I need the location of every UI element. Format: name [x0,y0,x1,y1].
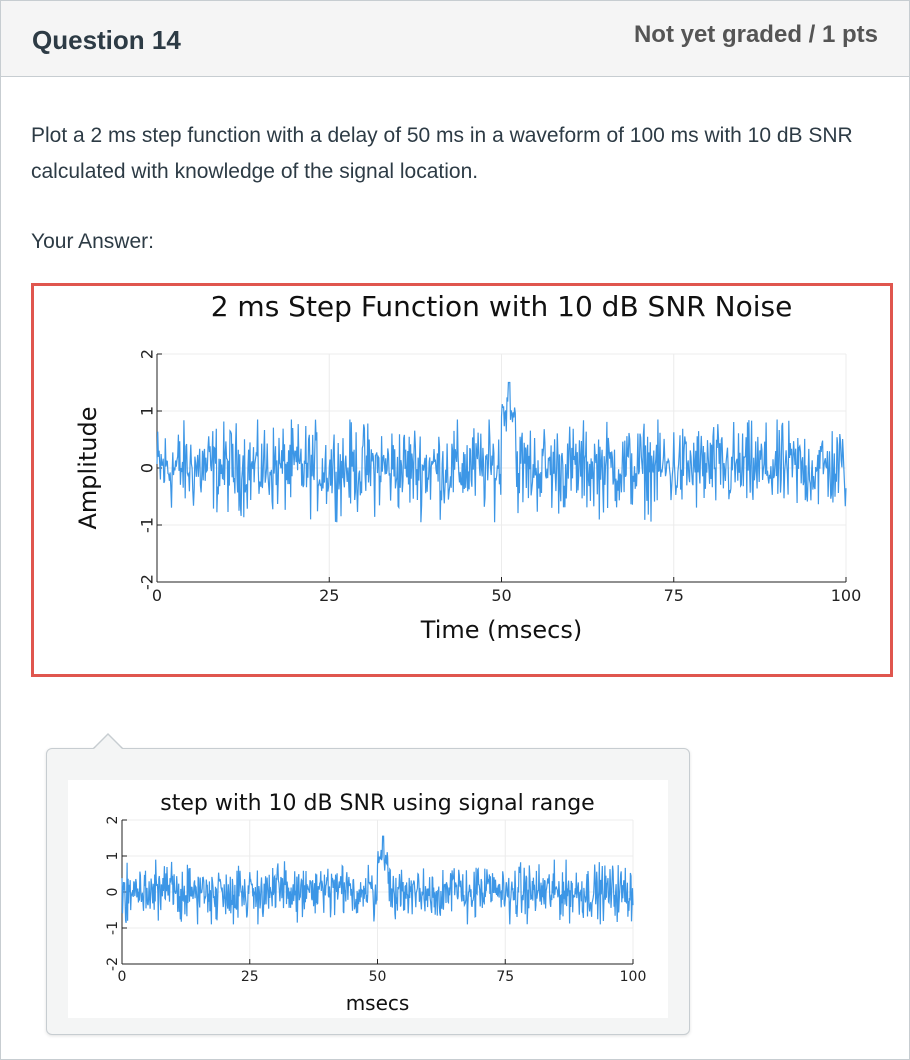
x-tick-label: 25 [319,586,339,605]
y-tick-label: -2 [105,957,121,971]
x-tick-label: 25 [241,969,259,985]
question-text: Plot a 2 ms step function with a delay o… [31,124,853,183]
y-axis-label: Amplitude [74,407,102,530]
y-tick-label: 0 [105,888,121,897]
y-tick-label: -2 [138,574,157,590]
popup-arrow-inner [93,735,123,750]
answer-label: Your Answer: [31,230,154,253]
preview-chart: step with 10 dB SNR using signal range 0 2… [105,791,647,1015]
x-tick-label: 75 [496,969,514,985]
y-tick-label: 1 [138,406,157,416]
y-tick-label: 2 [105,816,121,825]
question-points: Not yet graded / 1 pts [633,21,878,48]
x-tick-label: 50 [369,969,387,985]
chart-title: 2 ms Step Function with 10 dB SNR Noise [211,290,793,323]
y-tick-label: -1 [138,517,157,533]
x-axis-label: msecs [346,991,410,1015]
x-tick-label: 100 [831,586,862,605]
question-header: Question 14 Not yet graded / 1 pts [1,1,909,77]
x-tick-label: 100 [620,969,647,985]
x-tick-label: 50 [491,586,511,605]
answer-chart: 2 ms Step Function with 10 dB SNR Noise 0… [74,290,862,644]
preview-image: step with 10 dB SNR using signal range 0 2… [68,780,668,1018]
x-tick-label: 75 [664,586,684,605]
answer-image-frame[interactable]: 2 ms Step Function with 10 dB SNR Noise 0… [31,283,893,677]
question-title: Question 14 [32,25,181,55]
y-tick-label: 0 [138,463,157,473]
x-axis-label: Time (msecs) [420,616,582,644]
y-tick-label: 2 [138,349,157,359]
chart-title: step with 10 dB SNR using signal range [160,791,594,816]
y-tick-label: 1 [105,852,121,861]
y-tick-label: -1 [105,921,121,935]
